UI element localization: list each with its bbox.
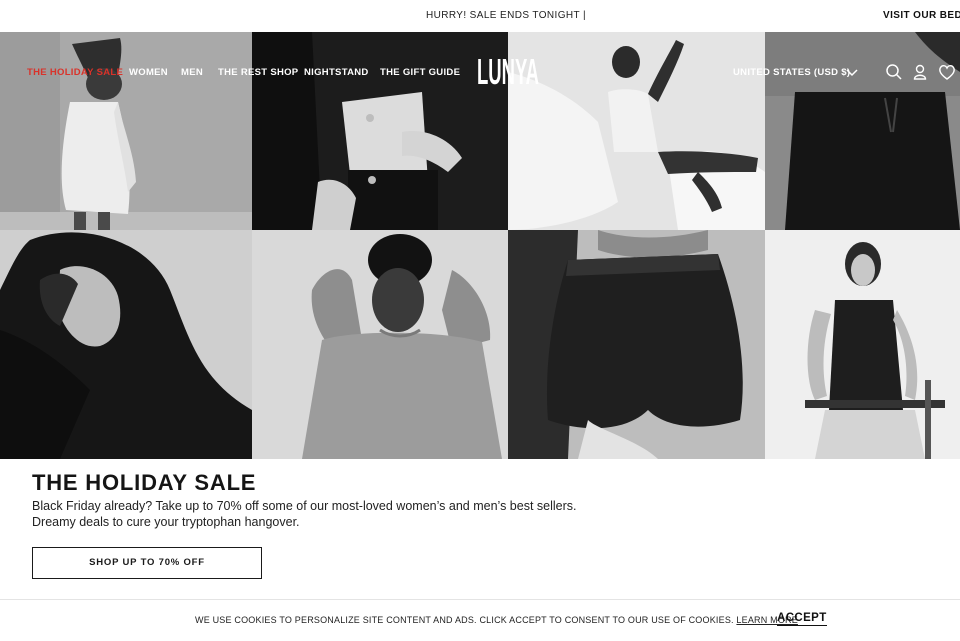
nav-item-nightstand[interactable]: NIGHTSTAND	[304, 67, 369, 78]
search-icon[interactable]	[885, 63, 903, 81]
shop-sale-button[interactable]: SHOP UP TO 70% OFF	[32, 547, 262, 579]
svg-text:LUNYA: LUNYA	[477, 51, 539, 92]
sale-description-line-2: Dreamy deals to cure your tryptophan han…	[32, 515, 300, 529]
announcement-link[interactable]: VISIT OUR BEDRO	[883, 10, 960, 21]
nav-item-holiday-sale[interactable]: THE HOLIDAY SALE	[27, 67, 123, 78]
photo-woman-black-hood[interactable]	[0, 230, 252, 459]
nav-item-rest-shop[interactable]: THE REST SHOP	[218, 67, 298, 78]
nav-item-women[interactable]: WOMEN	[129, 67, 168, 78]
cookie-banner: WE USE COOKIES TO PERSONALIZE SITE CONTE…	[0, 599, 960, 641]
cookie-text: WE USE COOKIES TO PERSONALIZE SITE CONTE…	[195, 615, 798, 625]
lunya-logo[interactable]: LUNYA	[476, 50, 540, 92]
announcement-bar: HURRY! SALE ENDS TONIGHT | VISIT OUR BED…	[0, 0, 960, 32]
heart-icon[interactable]	[938, 63, 956, 81]
nav-item-men[interactable]: MEN	[181, 67, 203, 78]
cookie-message: WE USE COOKIES TO PERSONALIZE SITE CONTE…	[195, 615, 734, 625]
sale-description-line-1: Black Friday already? Take up to 70% off…	[32, 499, 577, 513]
region-selector[interactable]: UNITED STATES (USD $)	[733, 67, 850, 78]
page-title: THE HOLIDAY SALE	[32, 470, 257, 495]
photo-man-grey-sweater[interactable]	[252, 230, 508, 459]
accept-cookies-button[interactable]: ACCEPT	[777, 612, 827, 626]
chevron-down-icon[interactable]	[846, 67, 858, 77]
photo-woman-black-satin-shorts[interactable]	[508, 230, 765, 459]
photo-woman-black-tank-chair[interactable]	[765, 230, 960, 459]
site-header: THE HOLIDAY SALE WOMEN MEN THE REST SHOP…	[0, 32, 960, 112]
nav-item-gift-guide[interactable]: THE GIFT GUIDE	[380, 67, 460, 78]
account-icon[interactable]	[911, 63, 929, 81]
announcement-text: HURRY! SALE ENDS TONIGHT |	[425, 10, 587, 21]
